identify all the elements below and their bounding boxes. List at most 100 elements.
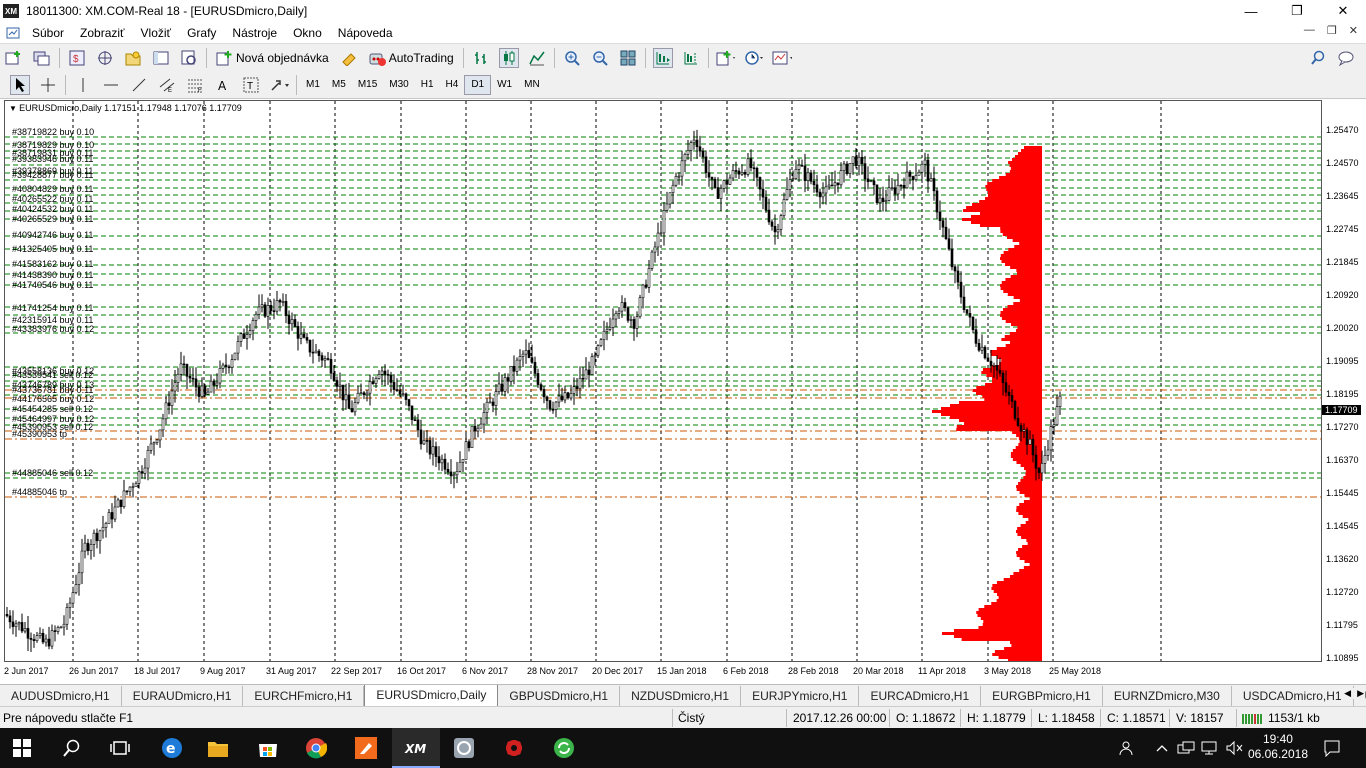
menu-zobrazit[interactable]: Zobraziť <box>72 26 133 40</box>
tab-scroll-left-icon[interactable]: ◀ <box>1344 688 1351 699</box>
timeframe-h4[interactable]: H4 <box>440 75 465 95</box>
timeframe-h1[interactable]: H1 <box>415 75 440 95</box>
new-order-icon[interactable] <box>214 48 234 68</box>
new-order-button[interactable]: Nová objednávka <box>236 51 329 65</box>
tab-euraudmicro-h1[interactable]: EURAUDmicro,H1 <box>122 685 244 706</box>
app-green-icon[interactable] <box>552 736 576 760</box>
crosshair-icon[interactable] <box>38 75 58 95</box>
equidistant-channel-icon[interactable]: E <box>157 75 177 95</box>
candle-body <box>149 443 153 451</box>
strategy-tester-icon[interactable] <box>179 48 199 68</box>
metaeditor-icon[interactable] <box>339 48 359 68</box>
store-icon[interactable] <box>256 736 280 760</box>
time-label: 16 Oct 2017 <box>397 666 447 676</box>
tile-windows-icon[interactable] <box>618 48 638 68</box>
text-label-icon[interactable]: T <box>241 75 261 95</box>
app-red-icon[interactable] <box>502 736 526 760</box>
timeframe-mn[interactable]: MN <box>518 75 546 95</box>
tab-usdcadmicro-h1[interactable]: USDCADmicro,H1 <box>1232 685 1354 706</box>
menu-subor[interactable]: Súbor <box>24 26 72 40</box>
profiles-icon[interactable] <box>32 48 52 68</box>
search-icon[interactable] <box>1308 48 1328 68</box>
tray-chevron-up-icon[interactable] <box>1150 736 1174 760</box>
templates-icon[interactable] <box>772 48 792 68</box>
terminal-icon[interactable] <box>151 48 171 68</box>
chrome-icon[interactable] <box>304 736 328 760</box>
start-icon[interactable] <box>10 736 34 760</box>
notification-icon[interactable] <box>1320 736 1344 760</box>
zoom-out-icon[interactable] <box>590 48 610 68</box>
cursor-icon[interactable] <box>10 74 30 95</box>
mdi-close-button[interactable]: ✕ <box>1349 24 1358 37</box>
chart-menu-icon[interactable] <box>4 23 22 43</box>
tab-eurcadmicro-h1[interactable]: EURCADmicro,H1 <box>859 685 982 706</box>
chart-shift-icon[interactable] <box>681 48 701 68</box>
people-icon[interactable] <box>1116 736 1140 760</box>
menu-grafy[interactable]: Grafy <box>179 26 224 40</box>
menu-napoveda[interactable]: Nápoveda <box>330 26 401 40</box>
taskview-icon[interactable] <box>108 736 132 760</box>
autotrading-button[interactable]: AutoTrading <box>389 51 454 65</box>
timeframe-d1[interactable]: D1 <box>464 74 492 95</box>
horizontal-line-icon[interactable] <box>101 75 121 95</box>
tab-eurusdmicro-daily[interactable]: EURUSDmicro,Daily <box>364 685 499 706</box>
close-button[interactable]: ✕ <box>1320 0 1366 22</box>
mdi-restore-button[interactable]: ❐ <box>1327 24 1337 37</box>
app-orange-icon[interactable] <box>354 736 378 760</box>
candle-body <box>128 486 132 492</box>
xm-icon[interactable]: XM <box>404 736 428 760</box>
trendline-icon[interactable] <box>129 75 149 95</box>
fibonacci-icon[interactable]: F <box>185 75 205 95</box>
explorer-icon[interactable] <box>206 736 230 760</box>
autotrading-icon[interactable] <box>367 48 387 68</box>
arrows-icon[interactable] <box>269 75 289 95</box>
tab-scroll-right-icon[interactable]: ▶ <box>1357 688 1364 699</box>
tab-audusdmicro-h1[interactable]: AUDUSDmicro,H1 <box>0 685 122 706</box>
candle-body <box>170 390 174 406</box>
indicators-icon[interactable] <box>716 48 736 68</box>
candlestick-chart-icon[interactable] <box>498 47 519 68</box>
menu-okno[interactable]: Okno <box>285 26 330 40</box>
restore-button[interactable]: ❐ <box>1274 0 1320 22</box>
data-window-icon[interactable] <box>95 48 115 68</box>
network-icon[interactable] <box>1174 736 1198 760</box>
minimize-button[interactable]: — <box>1228 0 1274 22</box>
menu-nastroje[interactable]: Nástroje <box>224 26 285 40</box>
timeframe-m5[interactable]: M5 <box>326 75 352 95</box>
new-chart-icon[interactable] <box>4 48 24 68</box>
candle-body <box>515 359 519 372</box>
app-gray-icon[interactable] <box>452 736 476 760</box>
edge-icon[interactable]: e <box>160 736 184 760</box>
tab-eurnzdmicro-m30[interactable]: EURNZDmicro,M30 <box>1103 685 1232 706</box>
text-icon[interactable]: A <box>213 75 233 95</box>
bar-chart-icon[interactable] <box>471 48 491 68</box>
timeframe-m30[interactable]: M30 <box>383 75 414 95</box>
chat-icon[interactable] <box>1336 48 1356 68</box>
tab-eurjpymicro-h1[interactable]: EURJPYmicro,H1 <box>741 685 860 706</box>
timeframe-m15[interactable]: M15 <box>352 75 383 95</box>
timeframe-m1[interactable]: M1 <box>300 75 326 95</box>
search-taskbar-icon[interactable] <box>60 736 84 760</box>
timeframe-w1[interactable]: W1 <box>491 75 518 95</box>
taskbar-clock[interactable]: 19:40 06.06.2018 <box>1248 732 1308 762</box>
price-chart[interactable]: ▼ EURUSDmicro,Daily 1.17151 1.17948 1.17… <box>4 100 1322 662</box>
tab-gbpusdmicro-h1[interactable]: GBPUSDmicro,H1 <box>498 685 621 706</box>
candle-body <box>53 630 57 632</box>
volume-mute-icon[interactable] <box>1222 736 1246 760</box>
menu-vlozit[interactable]: Vložiť <box>133 26 180 40</box>
auto-scroll-icon[interactable] <box>652 47 673 68</box>
vertical-line-icon[interactable] <box>73 75 93 95</box>
tab-eurgbpmicro-h1[interactable]: EURGBPmicro,H1 <box>981 685 1103 706</box>
display-icon[interactable] <box>1198 736 1222 760</box>
candle-body <box>791 178 795 180</box>
navigator-icon[interactable] <box>123 48 143 68</box>
market-watch-icon[interactable]: $ <box>67 48 87 68</box>
line-chart-icon[interactable] <box>527 48 547 68</box>
periods-icon[interactable] <box>744 48 764 68</box>
zoom-in-icon[interactable] <box>562 48 582 68</box>
mdi-minimize-button[interactable]: — <box>1304 24 1315 37</box>
candle-body <box>629 319 633 321</box>
candle-body <box>359 392 363 395</box>
tab-nzdusdmicro-h1[interactable]: NZDUSDmicro,H1 <box>620 685 742 706</box>
tab-eurchfmicro-h1[interactable]: EURCHFmicro,H1 <box>243 685 365 706</box>
